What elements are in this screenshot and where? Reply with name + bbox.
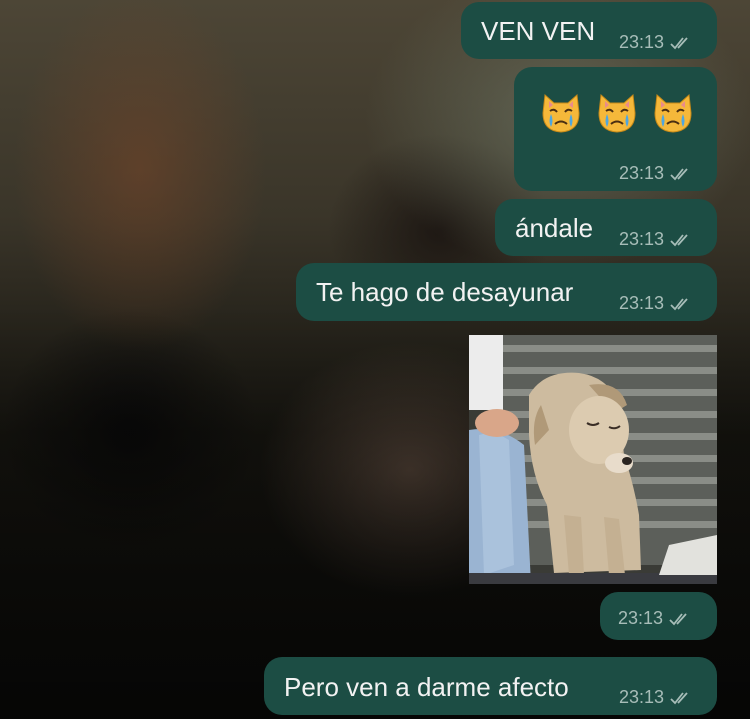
message-bubble[interactable]: Pero ven a darme afecto 23:13 xyxy=(264,657,717,715)
crying-cat-face-icon xyxy=(598,93,636,133)
image-caption-bubble[interactable]: 23:13 xyxy=(600,592,717,640)
read-receipt-icon xyxy=(670,36,688,49)
message-text: Pero ven a darme afecto xyxy=(284,672,569,702)
message-meta: 23:13 xyxy=(619,687,692,708)
crying-cat-face-icon xyxy=(542,93,580,133)
message-bubble[interactable]: 23:13 xyxy=(514,67,717,191)
message-time: 23:13 xyxy=(619,32,665,52)
read-receipt-icon xyxy=(670,691,688,704)
message-meta: 23:13 xyxy=(619,293,692,314)
read-receipt-icon xyxy=(670,167,688,180)
message-meta: 23:13 xyxy=(619,32,692,53)
read-receipt-icon xyxy=(670,297,688,310)
message-text: VEN VEN xyxy=(481,16,596,46)
message-time: 23:13 xyxy=(618,608,664,628)
message-time: 23:13 xyxy=(619,163,665,183)
image-message[interactable] xyxy=(469,335,717,584)
message-text: ándale xyxy=(515,213,594,243)
message-meta: 23:13 xyxy=(619,163,692,184)
emoji-row xyxy=(540,91,694,135)
message-bubble[interactable]: Te hago de desayunar 23:13 xyxy=(296,263,717,321)
message-time: 23:13 xyxy=(619,687,665,707)
message-meta: 23:13 xyxy=(618,608,691,629)
read-receipt-icon xyxy=(670,233,688,246)
crying-cat-face-icon xyxy=(654,93,692,133)
dog-photo xyxy=(469,335,717,584)
message-text: Te hago de desayunar xyxy=(316,277,574,307)
message-bubble[interactable]: VEN VEN 23:13 xyxy=(461,2,717,59)
message-time: 23:13 xyxy=(619,229,665,249)
message-meta: 23:13 xyxy=(619,229,692,250)
read-receipt-icon xyxy=(669,612,687,625)
chat-thread[interactable]: VEN VEN 23:13 23:13 ándale 23:13 Te hago… xyxy=(0,0,750,719)
message-time: 23:13 xyxy=(619,293,665,313)
message-bubble[interactable]: ándale 23:13 xyxy=(495,199,717,256)
